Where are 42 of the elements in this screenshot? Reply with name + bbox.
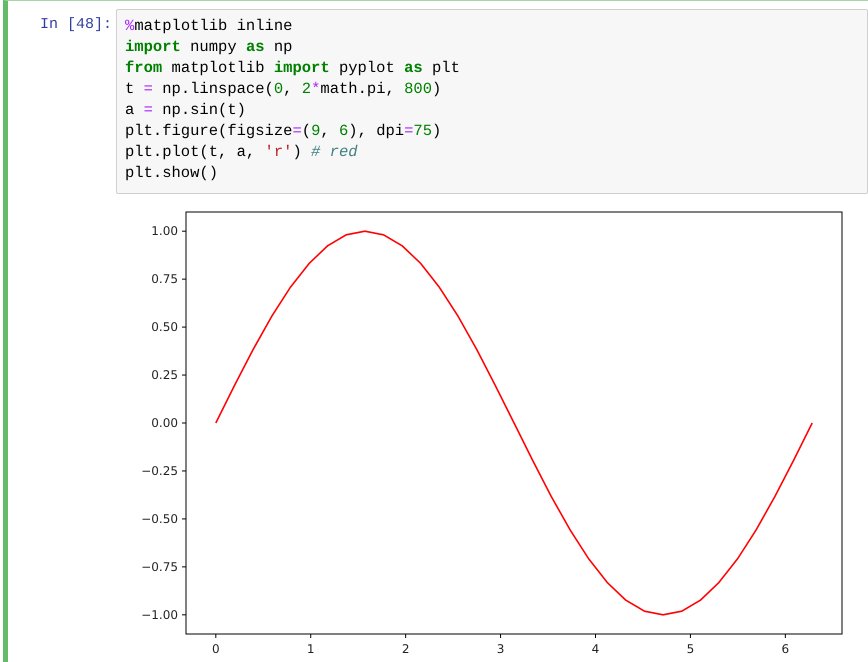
code-line: plt.figure(figsize=(9, 6), dpi=75) bbox=[125, 121, 442, 142]
tick-label: 5 bbox=[686, 642, 694, 656]
code-line: import numpy as np bbox=[125, 37, 294, 58]
tick-label: 1.00 bbox=[151, 224, 178, 238]
tick-label: 3 bbox=[496, 642, 504, 656]
tick-mark bbox=[215, 634, 216, 638]
code-line: t = np.linspace(0, 2*math.pi, 800) bbox=[125, 79, 442, 100]
tick-label: −0.25 bbox=[141, 464, 178, 478]
tick-label: 0.00 bbox=[151, 416, 178, 430]
tick-label: 4 bbox=[592, 642, 600, 656]
code-line: a = np.sin(t) bbox=[125, 100, 247, 121]
tick-mark bbox=[182, 278, 186, 280]
tick-mark bbox=[182, 326, 186, 328]
tick-label: 0.25 bbox=[151, 368, 178, 382]
code-line: %matplotlib inline bbox=[125, 16, 294, 37]
tick-mark bbox=[690, 634, 691, 638]
tick-mark bbox=[500, 634, 502, 638]
tick-label: 6 bbox=[782, 642, 790, 656]
tick-label: 0.50 bbox=[151, 320, 178, 334]
code-line: plt.show() bbox=[125, 163, 220, 184]
tick-mark bbox=[182, 470, 186, 472]
tick-mark bbox=[310, 634, 312, 638]
tick-mark bbox=[784, 634, 786, 638]
tick-mark bbox=[182, 374, 186, 376]
code-line: from matplotlib import pyplot as plt bbox=[125, 58, 461, 79]
tick-label: −0.75 bbox=[141, 560, 178, 574]
tick-mark bbox=[182, 566, 186, 568]
tick-mark bbox=[182, 422, 186, 424]
tick-label: 0 bbox=[212, 642, 220, 656]
tick-mark bbox=[182, 230, 186, 232]
tick-label: 2 bbox=[402, 642, 410, 656]
code-editor[interactable]: %matplotlib inline import numpy as np from matplotlib import pyplot as plt t = np.linspace(0, 2*math.pi, 800) a = np.sin(t) plt.figure(figsize=(9, 6), dpi=75) plt.plot(t, a, 'r') # red plt.show() bbox=[116, 9, 868, 194]
tick-mark bbox=[182, 614, 186, 616]
tick-label: 0.75 bbox=[151, 272, 178, 286]
tick-label: −1.00 bbox=[141, 608, 178, 622]
tick-mark bbox=[405, 634, 406, 638]
tick-label: −0.50 bbox=[141, 512, 178, 526]
tick-label: 1 bbox=[306, 642, 315, 656]
tick-mark bbox=[182, 518, 186, 520]
input-prompt: In [48]: bbox=[38, 15, 113, 33]
tick-mark bbox=[595, 634, 596, 638]
code-line: plt.plot(t, a, 'r') # red bbox=[125, 142, 359, 163]
